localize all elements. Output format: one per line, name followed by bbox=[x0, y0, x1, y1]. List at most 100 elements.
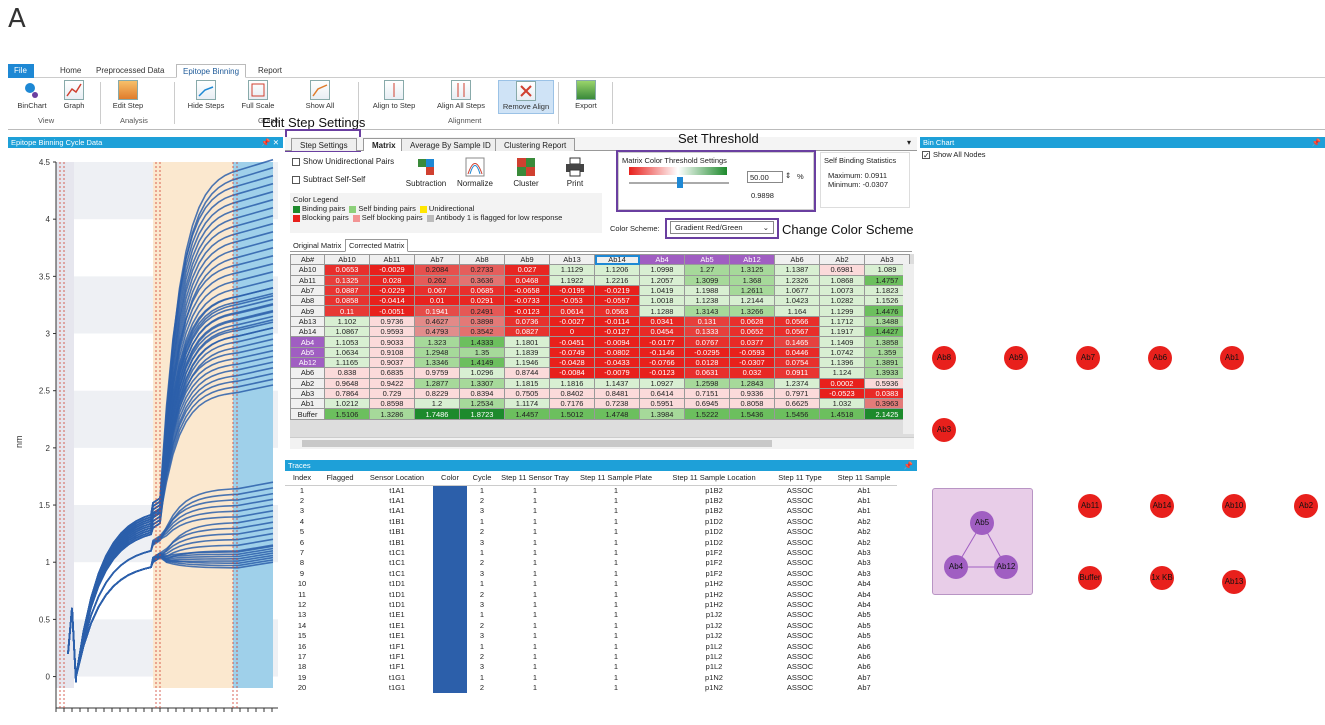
matrix-cell[interactable]: -0.0414 bbox=[369, 295, 415, 307]
matrix-cell[interactable]: -0.0749 bbox=[549, 346, 595, 358]
align-to-step-button[interactable]: Align to Step bbox=[366, 80, 422, 114]
matrix-cell[interactable]: 1.3143 bbox=[684, 305, 730, 317]
matrix-cell[interactable]: -0.0123 bbox=[504, 305, 550, 317]
matrix-cell[interactable]: 0.0736 bbox=[504, 315, 550, 328]
matrix-cell[interactable]: -0.0177 bbox=[639, 336, 685, 348]
matrix-cell[interactable]: 1.2 bbox=[414, 398, 460, 410]
node-ab4[interactable]: Ab4 bbox=[944, 555, 968, 579]
matrix-cell[interactable]: 1.1437 bbox=[594, 377, 640, 389]
node-ab2[interactable]: Ab2 bbox=[1294, 494, 1318, 518]
matrix-col-header[interactable]: Ab14 bbox=[594, 254, 640, 266]
matrix-cell[interactable]: 1.0423 bbox=[774, 295, 820, 307]
matrix-cell[interactable]: 0.0566 bbox=[774, 315, 820, 328]
node-ab6[interactable]: Ab6 bbox=[1148, 346, 1172, 370]
matrix-cell[interactable]: 1.35 bbox=[459, 346, 505, 358]
matrix-cell[interactable]: 0.4627 bbox=[414, 315, 460, 328]
traces-col-header[interactable]: Step 11 Sample Plate bbox=[573, 471, 659, 486]
traces-col-header[interactable]: Step 11 Sample bbox=[831, 471, 897, 486]
pin-icon[interactable]: 📌 bbox=[904, 460, 913, 471]
matrix-cell[interactable]: 0.6835 bbox=[369, 367, 415, 379]
matrix-cell[interactable]: 1.4149 bbox=[459, 356, 505, 369]
matrix-cell[interactable]: 0.3898 bbox=[459, 315, 505, 328]
matrix-cell[interactable]: 0.027 bbox=[504, 264, 550, 276]
matrix-cell[interactable]: 0.7151 bbox=[684, 387, 730, 400]
matrix-cell[interactable]: 0.2084 bbox=[414, 264, 460, 276]
matrix-row-header[interactable]: Ab3 bbox=[290, 387, 325, 400]
matrix-col-header[interactable]: Ab5 bbox=[684, 254, 730, 266]
matrix-cell[interactable]: 1.7486 bbox=[414, 408, 460, 420]
matrix-cell[interactable]: 1.2057 bbox=[639, 274, 685, 286]
matrix-cell[interactable]: 0.3636 bbox=[459, 274, 505, 286]
matrix-cell[interactable]: 0.729 bbox=[369, 387, 415, 400]
matrix-cell[interactable]: 0.0614 bbox=[549, 305, 595, 317]
matrix-cell[interactable]: 1.2948 bbox=[414, 346, 460, 358]
traces-col-header[interactable]: Step 11 Type bbox=[769, 471, 831, 486]
matrix-cell[interactable]: 1.0677 bbox=[774, 284, 820, 297]
matrix-cell[interactable]: 1.164 bbox=[774, 305, 820, 317]
matrix-cell[interactable]: 1.3099 bbox=[684, 274, 730, 286]
matrix-cell[interactable]: 0.0563 bbox=[594, 305, 640, 317]
matrix-row-header[interactable]: Ab4 bbox=[290, 336, 325, 348]
matrix-cell[interactable]: 0.8229 bbox=[414, 387, 460, 400]
matrix-cell[interactable]: 0.0858 bbox=[324, 295, 370, 307]
node-ab9[interactable]: Ab9 bbox=[1004, 346, 1028, 370]
matrix-cell[interactable]: 0.9108 bbox=[369, 346, 415, 358]
matrix-cell[interactable]: 0.5951 bbox=[639, 398, 685, 410]
matrix-cell[interactable]: 0.8744 bbox=[504, 367, 550, 379]
matrix-hscroll[interactable] bbox=[290, 437, 914, 449]
matrix-row-header[interactable]: Ab13 bbox=[290, 315, 325, 328]
matrix-cell[interactable]: 0.838 bbox=[324, 367, 370, 379]
matrix-cell[interactable]: 1.0212 bbox=[324, 398, 370, 410]
pin-icon[interactable]: 📌 bbox=[1312, 137, 1321, 148]
node-buffer[interactable]: Buffer bbox=[1078, 566, 1102, 590]
matrix-cell[interactable]: 1.1396 bbox=[819, 356, 865, 369]
show-unidirectional-option[interactable]: Show Unidirectional Pairs bbox=[292, 157, 394, 166]
matrix-cell[interactable]: -0.0229 bbox=[369, 284, 415, 297]
matrix-cell[interactable]: 1.1815 bbox=[504, 377, 550, 389]
matrix-cell[interactable]: 0.032 bbox=[729, 367, 775, 379]
matrix-cell[interactable]: 1.4748 bbox=[594, 408, 640, 420]
matrix-cell[interactable]: 0.0911 bbox=[774, 367, 820, 379]
matrix-cell[interactable]: -0.0029 bbox=[369, 264, 415, 276]
matrix-cell[interactable]: -0.0219 bbox=[594, 284, 640, 297]
matrix-cell[interactable]: 0.0827 bbox=[504, 326, 550, 338]
normalize-button[interactable]: Normalize bbox=[456, 157, 494, 188]
matrix-cell[interactable]: -0.0307 bbox=[729, 356, 775, 369]
subtract-self-option[interactable]: Subtract Self-Self bbox=[292, 175, 365, 184]
matrix-cell[interactable]: -0.0084 bbox=[549, 367, 595, 379]
matrix-cell[interactable]: -0.0428 bbox=[549, 356, 595, 369]
matrix-cell[interactable]: -0.0051 bbox=[369, 305, 415, 317]
table-row[interactable]: 19 t1G1 1 1 1 p1N2 ASSOC Ab7 bbox=[285, 672, 897, 683]
show-all-button[interactable]: Show All bbox=[298, 80, 342, 114]
matrix-cell[interactable]: 1.2374 bbox=[774, 377, 820, 389]
bin-chart-canvas[interactable]: Ab8 Ab9 Ab7 Ab6 Ab1 Ab3 Ab5 Ab4 Ab12 Ab1… bbox=[920, 160, 1325, 723]
matrix-cell[interactable]: 0.131 bbox=[684, 315, 730, 328]
table-row[interactable]: 7 t1C1 1 1 1 p1F2 ASSOC Ab3 bbox=[285, 547, 897, 558]
matrix-cell[interactable]: 0.0454 bbox=[639, 326, 685, 338]
export-button[interactable]: Export bbox=[564, 80, 608, 114]
menu-home[interactable]: Home bbox=[54, 64, 87, 78]
matrix-cell[interactable]: -0.0094 bbox=[594, 336, 640, 348]
matrix-cell[interactable]: 1.124 bbox=[819, 367, 865, 379]
matrix-cell[interactable]: 0.8598 bbox=[369, 398, 415, 410]
matrix-col-header[interactable]: Ab2 bbox=[819, 254, 865, 266]
matrix-cell[interactable]: 0.0767 bbox=[684, 336, 730, 348]
matrix-cell[interactable]: -0.0802 bbox=[594, 346, 640, 358]
matrix-cell[interactable]: 0.0754 bbox=[774, 356, 820, 369]
binchart-button[interactable]: BinChart bbox=[10, 80, 54, 114]
checkbox[interactable] bbox=[292, 157, 300, 166]
table-row[interactable]: 1 t1A1 1 1 1 p1B2 ASSOC Ab1 bbox=[285, 485, 897, 496]
cluster-button[interactable]: Cluster bbox=[508, 157, 544, 188]
matrix-cell[interactable]: 0.0887 bbox=[324, 284, 370, 297]
matrix-cell[interactable]: 1.1801 bbox=[504, 336, 550, 348]
traces-col-header[interactable]: Cycle bbox=[467, 471, 497, 486]
matrix-cell[interactable]: 0.067 bbox=[414, 284, 460, 297]
print-button[interactable]: Print bbox=[560, 157, 590, 188]
matrix-cell[interactable]: 1.3266 bbox=[729, 305, 775, 317]
traces-col-header[interactable]: Flagged bbox=[319, 471, 361, 486]
matrix-cell[interactable]: 0.8402 bbox=[549, 387, 595, 400]
matrix-cell[interactable]: -0.0295 bbox=[684, 346, 730, 358]
matrix-cell[interactable]: 0.9336 bbox=[729, 387, 775, 400]
matrix-row-header[interactable]: Ab10 bbox=[290, 264, 325, 276]
matrix-cell[interactable]: 0.2491 bbox=[459, 305, 505, 317]
